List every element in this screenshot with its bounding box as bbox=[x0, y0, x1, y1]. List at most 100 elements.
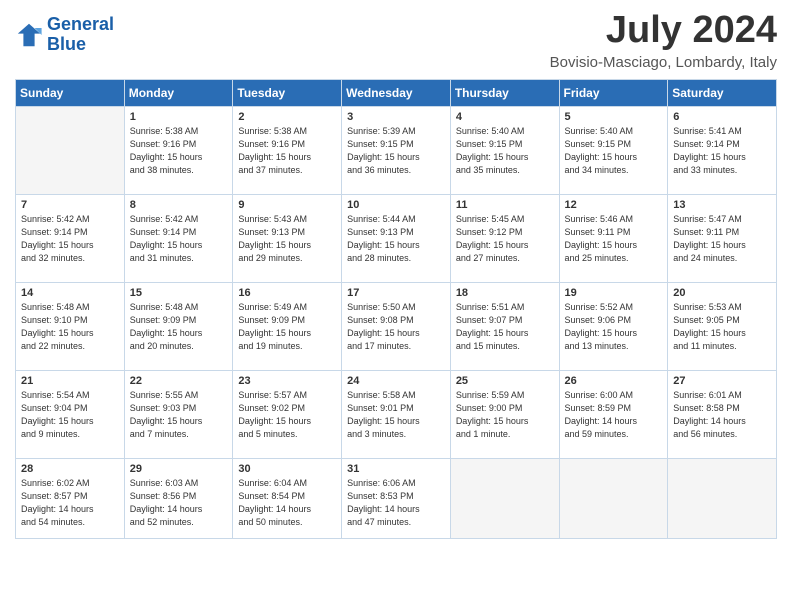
day-number: 11 bbox=[456, 199, 554, 211]
day-cell: 29 Sunrise: 6:03 AM Sunset: 8:56 PM Dayli… bbox=[124, 458, 233, 538]
title-block: July 2024 Bovisio-Masciago, Lombardy, It… bbox=[550, 10, 777, 71]
day-number: 22 bbox=[130, 375, 228, 387]
week-row-3: 14 Sunrise: 5:48 AM Sunset: 9:10 PM Dayli… bbox=[16, 282, 777, 370]
day-number: 25 bbox=[456, 375, 554, 387]
day-cell: 8 Sunrise: 5:42 AM Sunset: 9:14 PM Daylig… bbox=[124, 194, 233, 282]
day-cell: 16Sunrise: 5:49 AM Sunset: 9:09 PM Dayli… bbox=[233, 282, 342, 370]
day-cell: 21 Sunrise: 5:54 AM Sunset: 9:04 PM Dayli… bbox=[16, 370, 125, 458]
day-cell: 10 Sunrise: 5:44 AM Sunset: 9:13 PM Dayli… bbox=[342, 194, 451, 282]
logo-text-blue: Blue bbox=[47, 35, 114, 55]
day-number: 15 bbox=[130, 287, 228, 299]
day-info: Sunrise: 5:59 AM Sunset: 9:00 PM Dayligh… bbox=[456, 389, 554, 441]
day-cell: 28Sunrise: 6:02 AM Sunset: 8:57 PM Dayli… bbox=[16, 458, 125, 538]
day-info: Sunrise: 5:44 AM Sunset: 9:13 PM Dayligh… bbox=[347, 213, 445, 265]
day-info: Sunrise: 5:53 AM Sunset: 9:05 PM Dayligh… bbox=[673, 301, 771, 353]
day-info: Sunrise: 5:54 AM Sunset: 9:04 PM Dayligh… bbox=[21, 389, 119, 441]
logo: General Blue bbox=[15, 15, 114, 55]
day-info: Sunrise: 5:48 AM Sunset: 9:10 PM Dayligh… bbox=[21, 301, 119, 353]
day-info: Sunrise: 5:52 AM Sunset: 9:06 PM Dayligh… bbox=[565, 301, 663, 353]
day-number: 28 bbox=[21, 463, 119, 475]
day-cell: 26Sunrise: 6:00 AM Sunset: 8:59 PM Dayli… bbox=[559, 370, 668, 458]
day-info: Sunrise: 5:49 AM Sunset: 9:09 PM Dayligh… bbox=[238, 301, 336, 353]
logo-icon bbox=[15, 21, 43, 49]
day-cell: 25 Sunrise: 5:59 AM Sunset: 9:00 PM Dayli… bbox=[450, 370, 559, 458]
day-info: Sunrise: 5:40 AM Sunset: 9:15 PM Dayligh… bbox=[565, 125, 663, 177]
col-header-monday: Monday bbox=[124, 79, 233, 106]
day-number: 27 bbox=[673, 375, 771, 387]
day-cell bbox=[450, 458, 559, 538]
day-info: Sunrise: 6:06 AM Sunset: 8:53 PM Dayligh… bbox=[347, 477, 445, 529]
day-info: Sunrise: 5:38 AM Sunset: 9:16 PM Dayligh… bbox=[130, 125, 228, 177]
day-cell: 19 Sunrise: 5:52 AM Sunset: 9:06 PM Dayli… bbox=[559, 282, 668, 370]
week-row-2: 7 Sunrise: 5:42 AM Sunset: 9:14 PM Daylig… bbox=[16, 194, 777, 282]
location: Bovisio-Masciago, Lombardy, Italy bbox=[550, 54, 777, 71]
day-cell: 31Sunrise: 6:06 AM Sunset: 8:53 PM Dayli… bbox=[342, 458, 451, 538]
day-info: Sunrise: 5:46 AM Sunset: 9:11 PM Dayligh… bbox=[565, 213, 663, 265]
logo-text-general: General bbox=[47, 15, 114, 35]
day-number: 26 bbox=[565, 375, 663, 387]
day-cell: 24Sunrise: 5:58 AM Sunset: 9:01 PM Dayli… bbox=[342, 370, 451, 458]
day-number: 29 bbox=[130, 463, 228, 475]
day-info: Sunrise: 5:41 AM Sunset: 9:14 PM Dayligh… bbox=[673, 125, 771, 177]
day-cell: 22 Sunrise: 5:55 AM Sunset: 9:03 PM Dayli… bbox=[124, 370, 233, 458]
day-number: 3 bbox=[347, 111, 445, 123]
day-number: 19 bbox=[565, 287, 663, 299]
day-info: Sunrise: 5:48 AM Sunset: 9:09 PM Dayligh… bbox=[130, 301, 228, 353]
day-number: 30 bbox=[238, 463, 336, 475]
day-number: 20 bbox=[673, 287, 771, 299]
day-cell: 27Sunrise: 6:01 AM Sunset: 8:58 PM Dayli… bbox=[668, 370, 777, 458]
day-number: 7 bbox=[21, 199, 119, 211]
day-cell: 15 Sunrise: 5:48 AM Sunset: 9:09 PM Dayli… bbox=[124, 282, 233, 370]
day-cell: 17Sunrise: 5:50 AM Sunset: 9:08 PM Dayli… bbox=[342, 282, 451, 370]
day-number: 21 bbox=[21, 375, 119, 387]
day-cell: 20 Sunrise: 5:53 AM Sunset: 9:05 PM Dayli… bbox=[668, 282, 777, 370]
day-info: Sunrise: 6:03 AM Sunset: 8:56 PM Dayligh… bbox=[130, 477, 228, 529]
day-cell: 5 Sunrise: 5:40 AM Sunset: 9:15 PM Daylig… bbox=[559, 106, 668, 194]
week-row-1: 1Sunrise: 5:38 AM Sunset: 9:16 PM Daylig… bbox=[16, 106, 777, 194]
day-cell: 4Sunrise: 5:40 AM Sunset: 9:15 PM Daylig… bbox=[450, 106, 559, 194]
day-info: Sunrise: 5:58 AM Sunset: 9:01 PM Dayligh… bbox=[347, 389, 445, 441]
header-row: SundayMondayTuesdayWednesdayThursdayFrid… bbox=[16, 79, 777, 106]
calendar-page: General Blue July 2024 Bovisio-Masciago,… bbox=[0, 0, 792, 554]
day-cell: 9Sunrise: 5:43 AM Sunset: 9:13 PM Daylig… bbox=[233, 194, 342, 282]
day-info: Sunrise: 5:40 AM Sunset: 9:15 PM Dayligh… bbox=[456, 125, 554, 177]
day-number: 5 bbox=[565, 111, 663, 123]
day-cell bbox=[16, 106, 125, 194]
day-info: Sunrise: 5:47 AM Sunset: 9:11 PM Dayligh… bbox=[673, 213, 771, 265]
day-info: Sunrise: 5:50 AM Sunset: 9:08 PM Dayligh… bbox=[347, 301, 445, 353]
day-number: 10 bbox=[347, 199, 445, 211]
col-header-sunday: Sunday bbox=[16, 79, 125, 106]
month-title: July 2024 bbox=[550, 10, 777, 52]
day-cell bbox=[668, 458, 777, 538]
day-cell: 18Sunrise: 5:51 AM Sunset: 9:07 PM Dayli… bbox=[450, 282, 559, 370]
day-info: Sunrise: 5:55 AM Sunset: 9:03 PM Dayligh… bbox=[130, 389, 228, 441]
day-number: 14 bbox=[21, 287, 119, 299]
col-header-saturday: Saturday bbox=[668, 79, 777, 106]
week-row-5: 28Sunrise: 6:02 AM Sunset: 8:57 PM Dayli… bbox=[16, 458, 777, 538]
day-cell: 2 Sunrise: 5:38 AM Sunset: 9:16 PM Daylig… bbox=[233, 106, 342, 194]
day-cell: 7Sunrise: 5:42 AM Sunset: 9:14 PM Daylig… bbox=[16, 194, 125, 282]
day-cell: 30 Sunrise: 6:04 AM Sunset: 8:54 PM Dayli… bbox=[233, 458, 342, 538]
col-header-tuesday: Tuesday bbox=[233, 79, 342, 106]
day-cell: 12Sunrise: 5:46 AM Sunset: 9:11 PM Dayli… bbox=[559, 194, 668, 282]
day-cell: 13 Sunrise: 5:47 AM Sunset: 9:11 PM Dayli… bbox=[668, 194, 777, 282]
day-number: 2 bbox=[238, 111, 336, 123]
day-cell: 6 Sunrise: 5:41 AM Sunset: 9:14 PM Daylig… bbox=[668, 106, 777, 194]
day-number: 9 bbox=[238, 199, 336, 211]
day-info: Sunrise: 5:45 AM Sunset: 9:12 PM Dayligh… bbox=[456, 213, 554, 265]
day-number: 6 bbox=[673, 111, 771, 123]
day-number: 13 bbox=[673, 199, 771, 211]
col-header-wednesday: Wednesday bbox=[342, 79, 451, 106]
day-cell: 3 Sunrise: 5:39 AM Sunset: 9:15 PM Daylig… bbox=[342, 106, 451, 194]
day-number: 8 bbox=[130, 199, 228, 211]
col-header-friday: Friday bbox=[559, 79, 668, 106]
day-info: Sunrise: 5:42 AM Sunset: 9:14 PM Dayligh… bbox=[130, 213, 228, 265]
day-info: Sunrise: 5:38 AM Sunset: 9:16 PM Dayligh… bbox=[238, 125, 336, 177]
day-cell bbox=[559, 458, 668, 538]
day-info: Sunrise: 6:04 AM Sunset: 8:54 PM Dayligh… bbox=[238, 477, 336, 529]
day-info: Sunrise: 5:57 AM Sunset: 9:02 PM Dayligh… bbox=[238, 389, 336, 441]
day-number: 23 bbox=[238, 375, 336, 387]
day-cell: 1Sunrise: 5:38 AM Sunset: 9:16 PM Daylig… bbox=[124, 106, 233, 194]
week-row-4: 21 Sunrise: 5:54 AM Sunset: 9:04 PM Dayli… bbox=[16, 370, 777, 458]
day-info: Sunrise: 5:39 AM Sunset: 9:15 PM Dayligh… bbox=[347, 125, 445, 177]
